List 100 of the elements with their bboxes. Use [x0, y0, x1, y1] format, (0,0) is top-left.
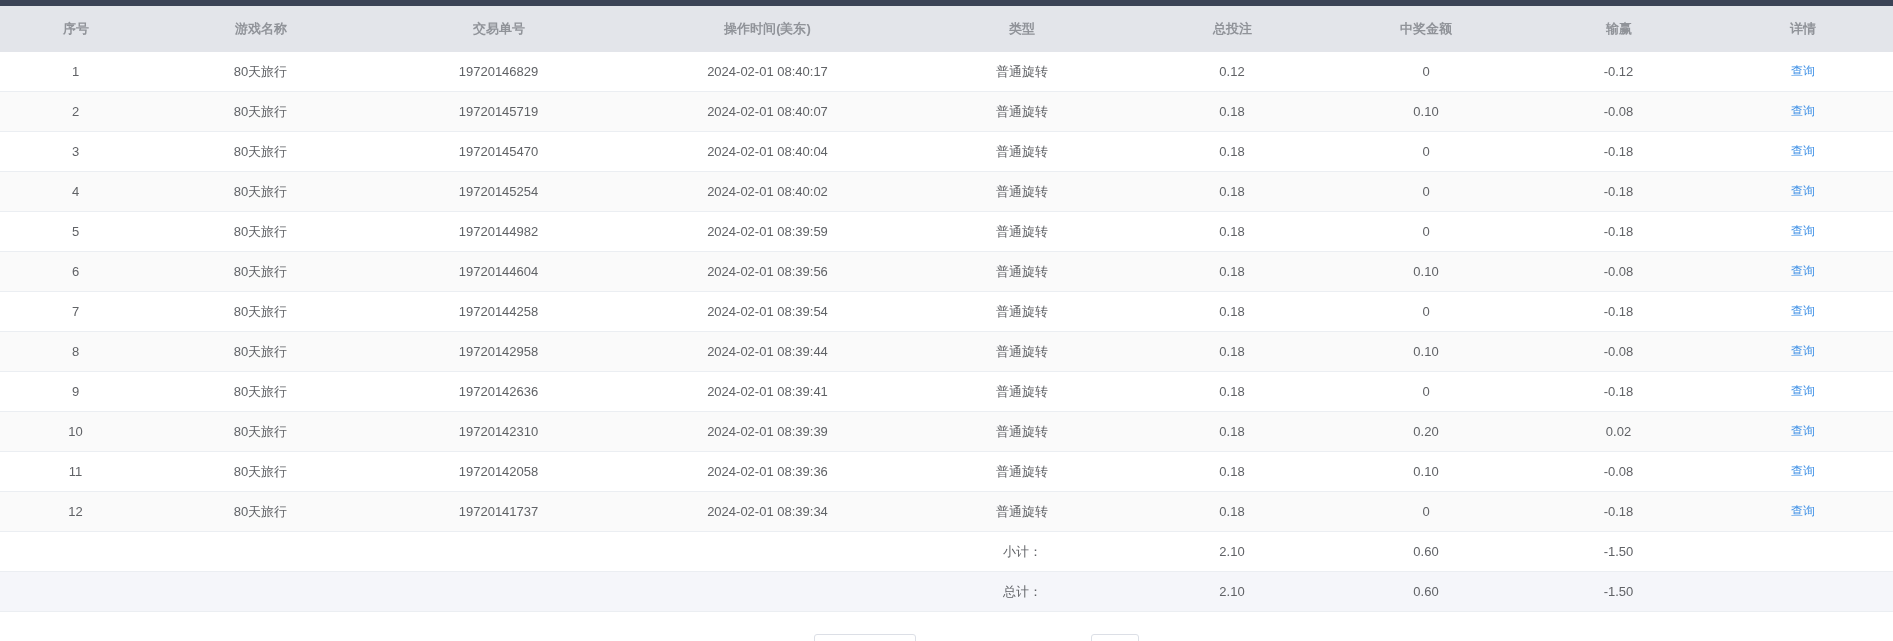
table-cell: 80天旅行 [233, 382, 288, 401]
table-cell: 19720142636 [458, 384, 539, 399]
table-cell: -0.18 [1603, 224, 1634, 239]
table-cell: 80天旅行 [233, 262, 288, 281]
query-link[interactable]: 查询 [1791, 223, 1815, 240]
table-cell: 0.02 [1605, 424, 1632, 439]
table-cell: 0.18 [1219, 184, 1245, 199]
query-link[interactable]: 查询 [1791, 463, 1815, 480]
table-cell: 2024-02-01 08:40:07 [707, 104, 828, 119]
query-link[interactable]: 查询 [1791, 263, 1815, 280]
table-cell: 2024-02-01 08:39:44 [707, 344, 828, 359]
column-header: 总投注 [1212, 20, 1252, 38]
table-cell: 0.12 [1219, 64, 1245, 79]
table-cell: -0.18 [1603, 184, 1634, 199]
column-header: 详情 [1790, 20, 1816, 38]
table-cell: 0.18 [1219, 344, 1245, 359]
table-cell: 普通旋转 [996, 182, 1048, 201]
table-cell: 普通旋转 [996, 342, 1048, 361]
table-cell: 0.60 [1413, 544, 1439, 559]
table-cell: 80天旅行 [233, 62, 288, 81]
table-cell: 2024-02-01 08:39:59 [707, 224, 828, 239]
table-cell: 普通旋转 [996, 422, 1048, 441]
table-cell: 80天旅行 [233, 182, 288, 201]
table-cell: 2024-02-01 08:39:34 [707, 504, 828, 519]
column-header: 游戏名称 [234, 20, 287, 38]
query-link[interactable]: 查询 [1791, 503, 1815, 520]
query-link[interactable]: 查询 [1791, 143, 1815, 160]
table-cell: 19720145719 [458, 104, 539, 119]
table-cell: 12 [68, 504, 83, 519]
table-cell: 2024-02-01 08:39:36 [707, 464, 828, 479]
table-cell: 普通旋转 [996, 502, 1048, 521]
table-cell: 0.10 [1413, 264, 1439, 279]
table-cell: -1.50 [1603, 544, 1634, 559]
table-cell: -0.18 [1603, 384, 1634, 399]
table-cell: 普通旋转 [996, 262, 1048, 281]
table-cell: 普通旋转 [996, 382, 1048, 401]
query-link[interactable]: 查询 [1791, 63, 1815, 80]
table-cell: 11 [68, 464, 83, 479]
table-cell: 80天旅行 [233, 142, 288, 161]
table-cell: 19720144982 [458, 224, 539, 239]
table-cell: 2 [71, 104, 80, 119]
table-cell: 19720145254 [458, 184, 539, 199]
table-cell: 4 [71, 184, 80, 199]
table-cell: 80天旅行 [233, 502, 288, 521]
column-header: 序号 [62, 20, 89, 38]
table-cell: 0 [1422, 384, 1430, 399]
table-cell: 1 [71, 64, 80, 79]
table-cell: 0.60 [1413, 584, 1439, 599]
query-link[interactable]: 查询 [1791, 183, 1815, 200]
table-cell: -0.12 [1603, 64, 1634, 79]
query-link[interactable]: 查询 [1791, 423, 1815, 440]
table-cell: 普通旋转 [996, 222, 1048, 241]
table-cell: 19720144258 [458, 304, 539, 319]
table-cell: 2024-02-01 08:39:41 [707, 384, 828, 399]
table-cell: 0.18 [1219, 144, 1245, 159]
table-cell: 2024-02-01 08:40:17 [707, 64, 828, 79]
column-header: 输赢 [1605, 20, 1632, 38]
table-cell: 3 [71, 144, 80, 159]
table-cell: 9 [71, 384, 80, 399]
table-cell: 8 [71, 344, 80, 359]
summary-label: 小计： [1002, 542, 1042, 561]
table-cell: -0.08 [1603, 344, 1634, 359]
query-link[interactable]: 查询 [1791, 303, 1815, 320]
table-cell: 2024-02-01 08:39:54 [707, 304, 828, 319]
table-cell: 80天旅行 [233, 302, 288, 321]
column-header: 操作时间(美东) [724, 20, 811, 38]
table-cell: 2.10 [1219, 584, 1245, 599]
query-link[interactable]: 查询 [1791, 383, 1815, 400]
table-cell: 2.10 [1219, 544, 1245, 559]
table-cell: 普通旋转 [996, 102, 1048, 121]
table-cell: 7 [71, 304, 80, 319]
table-cell: 普通旋转 [996, 142, 1048, 161]
table-cell: 0 [1422, 64, 1430, 79]
column-header: 交易单号 [472, 20, 525, 38]
table-cell: 普通旋转 [996, 302, 1048, 321]
table-cell: 10 [68, 424, 83, 439]
table-cell: 80天旅行 [233, 462, 288, 481]
query-link[interactable]: 查询 [1791, 103, 1815, 120]
table-cell: 80天旅行 [233, 102, 288, 121]
table-cell: 2024-02-01 08:39:39 [707, 424, 828, 439]
table-cell: 19720142310 [458, 424, 539, 439]
table-cell: 0 [1422, 304, 1430, 319]
table-cell: -0.18 [1603, 504, 1634, 519]
column-header: 类型 [1009, 20, 1035, 38]
table-cell: 19720145470 [458, 144, 539, 159]
table-cell: 5 [71, 224, 80, 239]
table-cell: 80天旅行 [233, 222, 288, 241]
table-cell: 0 [1422, 504, 1430, 519]
table-cell: 2024-02-01 08:40:04 [707, 144, 828, 159]
table-cell: 19720141737 [458, 504, 539, 519]
query-link[interactable]: 查询 [1791, 343, 1815, 360]
table-cell: 80天旅行 [233, 422, 288, 441]
table-cell: 普通旋转 [996, 462, 1048, 481]
table-cell: -0.18 [1603, 144, 1634, 159]
table-cell: 2024-02-01 08:39:56 [707, 264, 828, 279]
table-cell: 2024-02-01 08:40:02 [707, 184, 828, 199]
table-cell: 0 [1422, 184, 1430, 199]
table-cell: 0 [1422, 224, 1430, 239]
table-cell: 19720146829 [458, 64, 539, 79]
table-cell: -0.08 [1603, 464, 1634, 479]
